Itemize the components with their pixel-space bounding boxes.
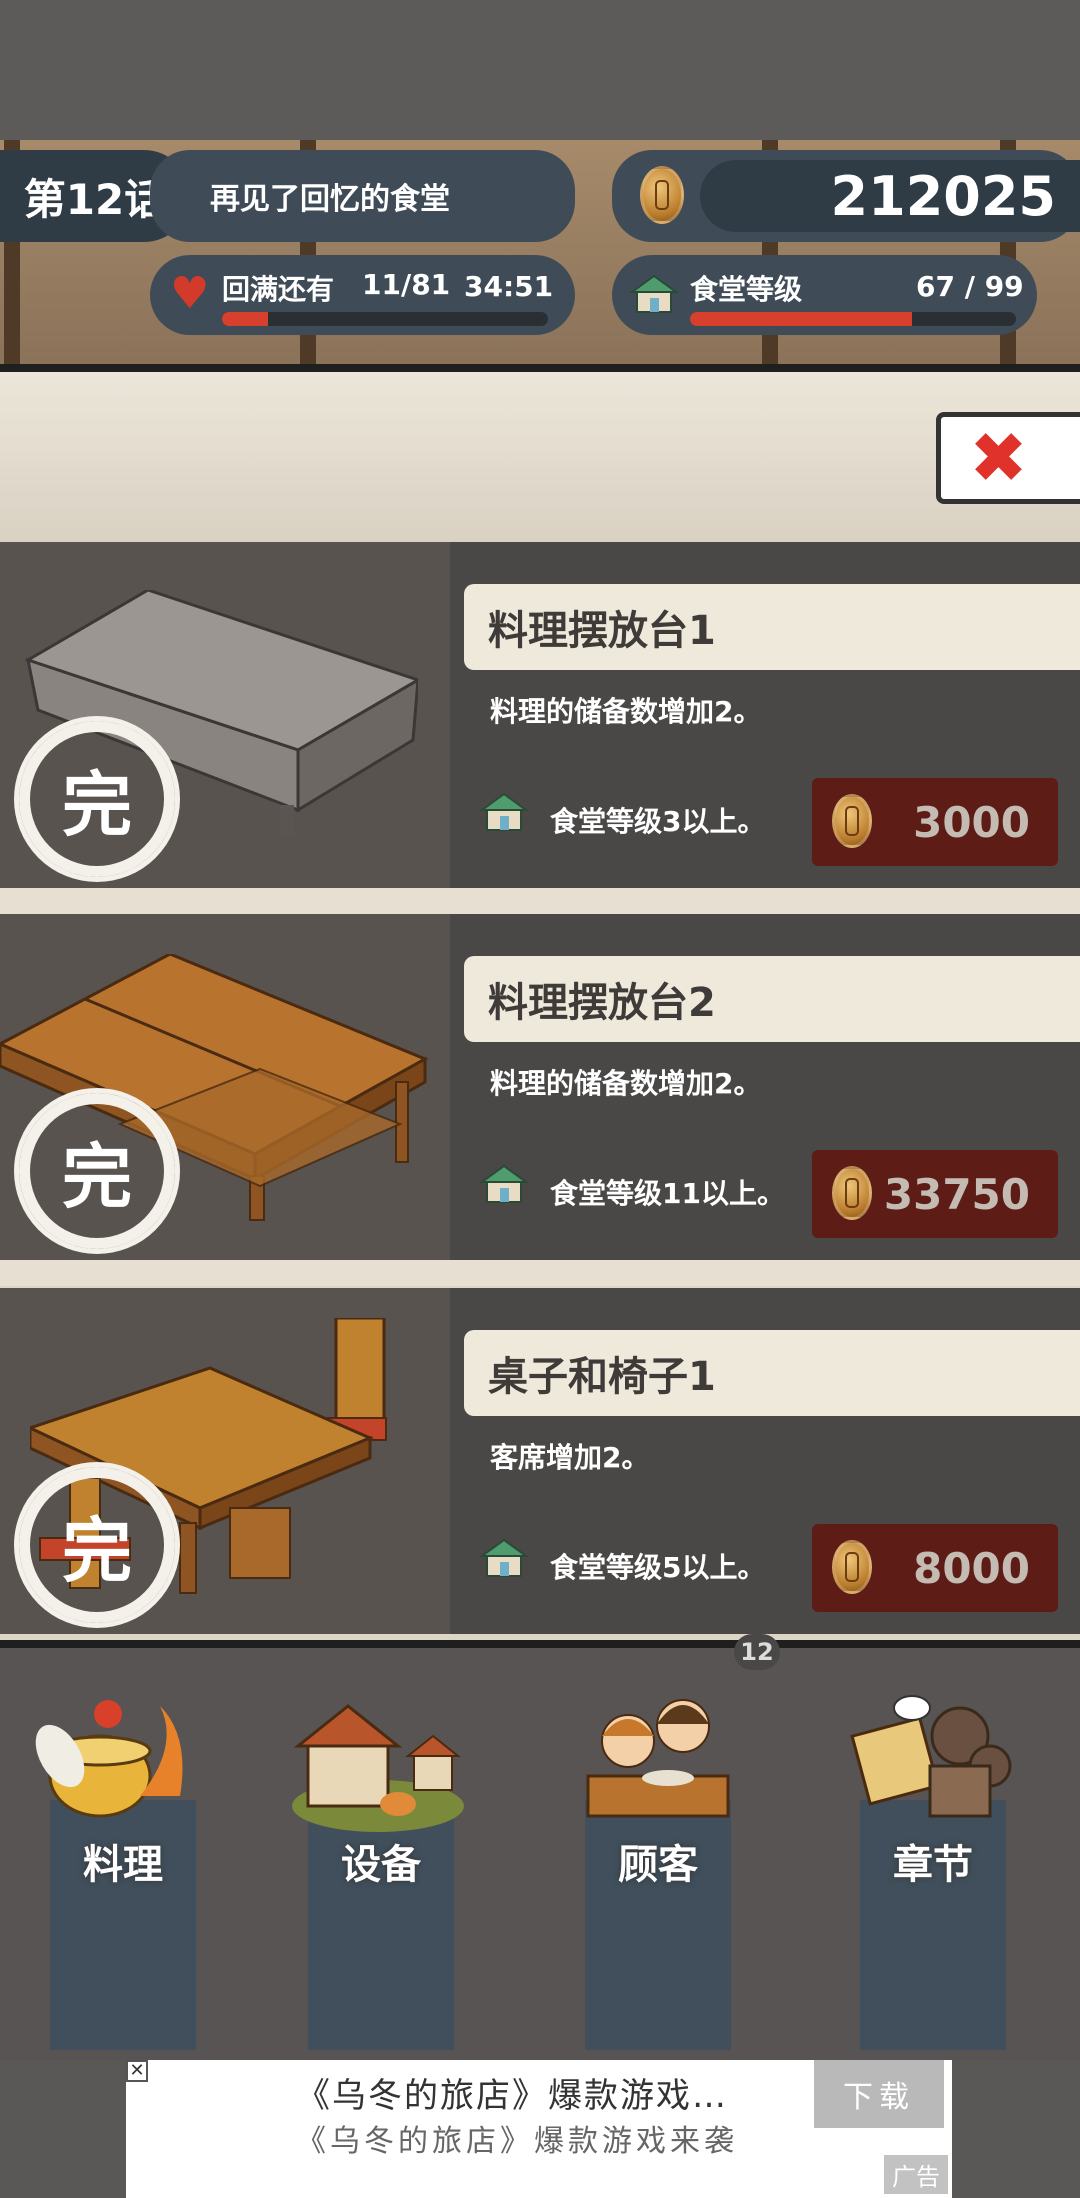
top-background xyxy=(0,0,1080,140)
heart-icon: ♥ xyxy=(170,268,210,319)
house-icon xyxy=(478,792,530,831)
ad-subtitle: 《乌冬的旅店》爆款游戏来袭 xyxy=(296,2124,738,2159)
level-requirement: 食堂等级5以上。 xyxy=(550,1551,766,1584)
canteen-level-value: 67 / 99 xyxy=(916,270,1024,303)
ad-close-icon[interactable]: ✕ xyxy=(126,2060,148,2082)
stamina-bar-fill xyxy=(222,312,268,326)
house-icon xyxy=(478,1538,530,1577)
card-divider xyxy=(0,888,1080,914)
equipment-thumbnail: 完 xyxy=(0,542,450,888)
equipment-name: 料理摆放台1 xyxy=(464,584,1080,670)
house-dog-icon xyxy=(292,1704,464,1832)
level-requirement: 食堂等级11以上。 xyxy=(550,1177,785,1210)
table-number-badge: 12 xyxy=(734,1634,780,1670)
equipment-thumbnail: 完 xyxy=(0,1288,450,1634)
coin-icon xyxy=(832,794,872,848)
canteen-level-bar xyxy=(690,312,1016,326)
ad-banner[interactable]: ✕ 《乌冬的旅店》爆款游戏… 《乌冬的旅店》爆款游戏来袭 下载 广告 xyxy=(126,2060,952,2198)
nav-divider xyxy=(0,1640,1080,1648)
coin-icon xyxy=(640,166,684,224)
panel-header-background xyxy=(0,372,1080,542)
close-button[interactable]: ✖ xyxy=(936,412,1080,504)
coin-icon xyxy=(832,1166,872,1220)
completed-stamp: 完 xyxy=(14,716,180,882)
customers-icon xyxy=(586,1699,730,1818)
price-value: 8000 xyxy=(913,1543,1030,1593)
house-icon xyxy=(478,1164,530,1203)
stamina-timer: 34:51 xyxy=(464,270,554,303)
card-divider xyxy=(0,1260,1080,1286)
nav-label-customers: 顾客 xyxy=(618,1842,698,1888)
cooking-pot-icon xyxy=(35,1700,183,1818)
nav-label-chapters: 章节 xyxy=(893,1842,973,1888)
stamina-bar xyxy=(222,312,548,326)
equipment-card[interactable]: 完 料理摆放台1 料理的储备数增加2。 食堂等级3以上。 3000 xyxy=(0,542,1080,888)
price-value: 33750 xyxy=(883,1169,1030,1219)
price-button[interactable]: 33750 xyxy=(812,1150,1058,1238)
ad-title: 《乌冬的旅店》爆款游戏… xyxy=(296,2076,728,2116)
price-button[interactable]: 8000 xyxy=(812,1524,1058,1612)
coin-balance: 212025 xyxy=(830,164,1056,228)
equipment-description: 客席增加2。 xyxy=(490,1441,650,1474)
stamina-count: 11/81 xyxy=(362,268,451,301)
equipment-description: 料理的储备数增加2。 xyxy=(490,1067,762,1100)
chapter-title: 再见了回忆的食堂 xyxy=(210,182,450,217)
close-icon: ✖ xyxy=(969,417,1028,499)
price-button[interactable]: 3000 xyxy=(812,778,1058,866)
canteen-level-label: 食堂等级 xyxy=(690,273,803,306)
coin-icon xyxy=(832,1540,872,1594)
equipment-description: 料理的储备数增加2。 xyxy=(490,695,762,728)
hud-divider xyxy=(0,364,1080,372)
ad-download-button[interactable]: 下载 xyxy=(814,2060,944,2128)
nav-label-cooking: 料理 xyxy=(83,1842,163,1888)
equipment-card[interactable]: 完 桌子和椅子1 客席增加2。 食堂等级5以上。 8000 xyxy=(0,1288,1080,1634)
ad-label: 广告 xyxy=(884,2155,948,2194)
stamina-label: 回满还有 xyxy=(222,273,335,306)
equipment-card[interactable]: 完 料理摆放台2 料理的储备数增加2。 食堂等级11以上。 33750 xyxy=(0,914,1080,1260)
completed-stamp: 完 xyxy=(14,1462,180,1628)
level-requirement: 食堂等级3以上。 xyxy=(550,805,766,838)
equipment-name: 料理摆放台2 xyxy=(464,956,1080,1042)
house-icon xyxy=(628,274,680,313)
completed-stamp: 完 xyxy=(14,1088,180,1254)
nav-label-equipment: 设备 xyxy=(341,1842,421,1888)
equipment-thumbnail: 完 xyxy=(0,914,450,1260)
canteen-level-bar-fill xyxy=(690,312,912,326)
price-value: 3000 xyxy=(913,797,1030,847)
equipment-name: 桌子和椅子1 xyxy=(464,1330,1080,1416)
film-projector-icon xyxy=(850,1695,1012,1818)
